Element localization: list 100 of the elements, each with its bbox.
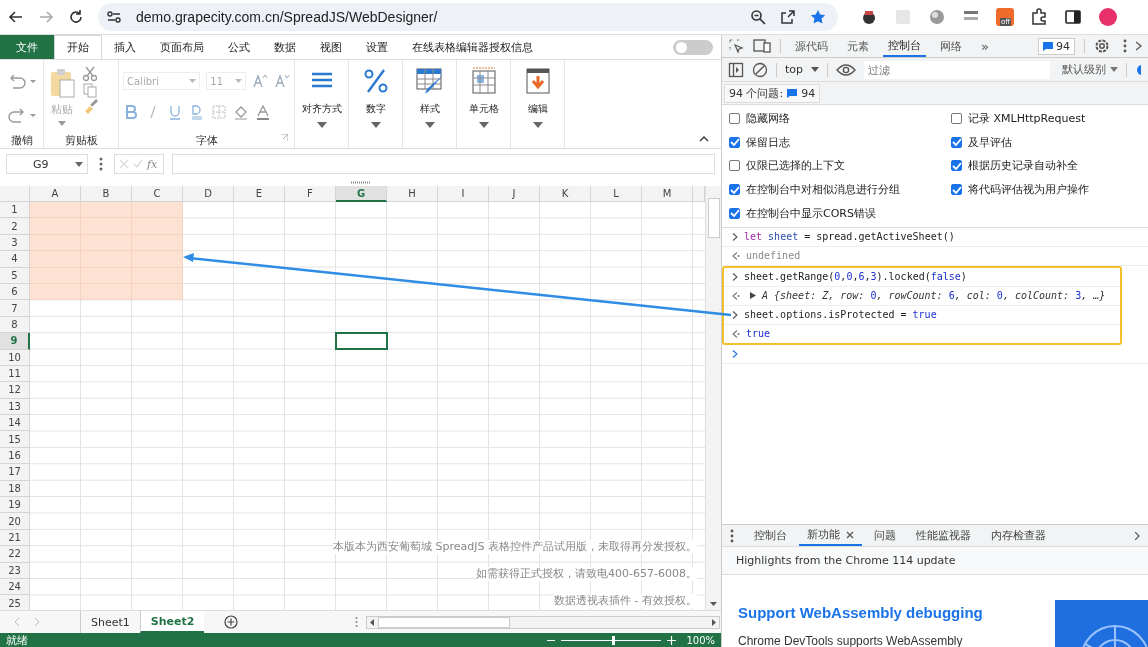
row-header[interactable]: 19 (0, 497, 30, 514)
devtools-tab[interactable]: 元素 (842, 35, 874, 57)
add-sheet-icon[interactable] (224, 615, 239, 629)
console-result[interactable]: A {sheet: Z, row: 0, rowCount: 6, col: 0, colCount: 3, …} (762, 290, 1106, 302)
column-header[interactable]: H (387, 186, 438, 202)
zoom-in-icon[interactable] (667, 635, 677, 645)
shaded-cell[interactable] (30, 202, 81, 219)
checkbox[interactable] (951, 160, 962, 172)
reload-icon[interactable] (68, 9, 84, 25)
more-icon[interactable] (1123, 39, 1127, 53)
prev-sheet-icon[interactable] (14, 618, 20, 626)
filter-field[interactable]: 过滤 (864, 60, 1051, 79)
row-header[interactable]: 22 (0, 546, 30, 563)
name-box[interactable]: G9 (6, 154, 88, 174)
checkbox[interactable] (729, 136, 740, 148)
checkbox[interactable] (951, 136, 962, 148)
star-icon[interactable] (810, 9, 826, 25)
shaded-cell[interactable] (132, 251, 183, 268)
column-header[interactable]: A (30, 186, 81, 202)
font-color-icon[interactable] (255, 104, 271, 120)
ribbon-button[interactable]: 样式 (414, 66, 445, 128)
column-header[interactable]: C (132, 186, 183, 202)
ribbon-tab[interactable]: 页面布局 (148, 35, 216, 59)
shaded-cell[interactable] (30, 251, 81, 268)
row-header[interactable]: 1 (0, 202, 30, 219)
checkbox[interactable] (729, 207, 740, 219)
checkbox[interactable] (729, 160, 740, 172)
issues-button[interactable]: 94 个问题: 94 (724, 83, 821, 103)
inspect-icon[interactable] (728, 38, 744, 54)
ribbon-tab[interactable]: 插入 (102, 35, 148, 59)
expand-icon[interactable] (750, 292, 756, 300)
row-header[interactable]: 25 (0, 595, 30, 610)
fill-color-icon[interactable] (233, 104, 249, 120)
scroll-thumb[interactable] (707, 198, 720, 238)
puzzle-icon[interactable] (1030, 8, 1048, 26)
column-header[interactable]: D (183, 186, 234, 202)
next-sheet-icon[interactable] (34, 618, 40, 626)
extension-icon[interactable] (860, 8, 878, 26)
devtools-tab[interactable]: 网络 (935, 35, 967, 57)
ribbon-tab[interactable]: 文件 (0, 35, 54, 59)
devtools-tab[interactable]: 源代码 (790, 35, 833, 57)
drawer-tab[interactable]: 问题 (866, 525, 904, 546)
checkbox[interactable] (729, 113, 740, 125)
zoom-icon[interactable] (750, 9, 766, 25)
clear-icon[interactable] (752, 61, 768, 78)
drawer-tab[interactable]: 性能监视器 (908, 525, 979, 546)
column-header[interactable]: B (81, 186, 132, 202)
row-header[interactable]: 17 (0, 464, 30, 481)
shrink-font-icon[interactable] (274, 73, 290, 89)
eye-icon[interactable] (836, 63, 857, 76)
column-header[interactable]: F (285, 186, 336, 202)
checkbox[interactable] (951, 113, 962, 125)
scroll-down-icon[interactable] (710, 602, 717, 606)
column-header[interactable]: K (540, 186, 591, 202)
column-header[interactable]: J (489, 186, 540, 202)
vertical-scrollbar[interactable] (705, 186, 721, 610)
shaded-cell[interactable] (81, 202, 132, 219)
avatar-icon[interactable] (1098, 7, 1118, 27)
row-header[interactable]: 4 (0, 251, 30, 268)
more-icon[interactable] (355, 616, 359, 628)
issues-button[interactable]: 94 (1038, 37, 1075, 55)
column-header[interactable]: M (642, 186, 693, 202)
article-heading[interactable]: Support WebAssembly debugging (738, 604, 1055, 621)
copy-icon[interactable] (82, 82, 98, 98)
toggle-switch[interactable] (673, 39, 713, 55)
side-panel-icon[interactable] (1064, 8, 1082, 26)
horizontal-scrollbar[interactable] (366, 615, 721, 629)
underline-icon[interactable] (167, 104, 183, 120)
sheet-tab[interactable]: Sheet2 (139, 611, 205, 633)
grow-font-icon[interactable] (252, 73, 268, 89)
more-tabs-button[interactable]: » (976, 35, 994, 57)
column-header[interactable]: E (234, 186, 285, 202)
more-icon[interactable] (99, 157, 103, 171)
ribbon-button[interactable]: 单元格 (468, 66, 499, 128)
formula-input[interactable] (172, 154, 715, 174)
ribbon-tab[interactable]: 在线表格编辑器授权信息 (400, 35, 545, 59)
dialog-launcher-icon[interactable] (281, 134, 288, 141)
row-header[interactable]: 7 (0, 300, 30, 317)
device-toolbar-icon[interactable] (753, 38, 771, 54)
site-info-icon[interactable] (106, 9, 122, 25)
forward-icon[interactable] (38, 9, 54, 25)
column-header[interactable]: L (591, 186, 642, 202)
row-header[interactable]: 14 (0, 415, 30, 432)
collapse-icon[interactable] (699, 135, 709, 142)
ribbon-tab[interactable]: 公式 (216, 35, 262, 59)
ribbon-tab[interactable]: 视图 (308, 35, 354, 59)
scroll-thumb[interactable] (378, 616, 511, 628)
drawer-tab[interactable]: 内存检查器 (983, 525, 1054, 546)
shaded-cell[interactable] (30, 218, 81, 235)
shaded-cell[interactable] (132, 218, 183, 235)
drawer-tab[interactable]: 控制台 (746, 525, 795, 546)
row-header[interactable]: 15 (0, 431, 30, 448)
ribbon-tab[interactable]: 设置 (354, 35, 400, 59)
log-level-dropdown[interactable]: 默认级别 (1062, 62, 1119, 77)
double-underline-icon[interactable] (189, 104, 205, 120)
checkbox[interactable] (729, 184, 740, 196)
ribbon-button[interactable]: 编辑 (522, 66, 553, 128)
checkbox[interactable] (951, 184, 962, 196)
sidebar-icon[interactable] (728, 61, 744, 78)
row-header[interactable]: 12 (0, 382, 30, 399)
